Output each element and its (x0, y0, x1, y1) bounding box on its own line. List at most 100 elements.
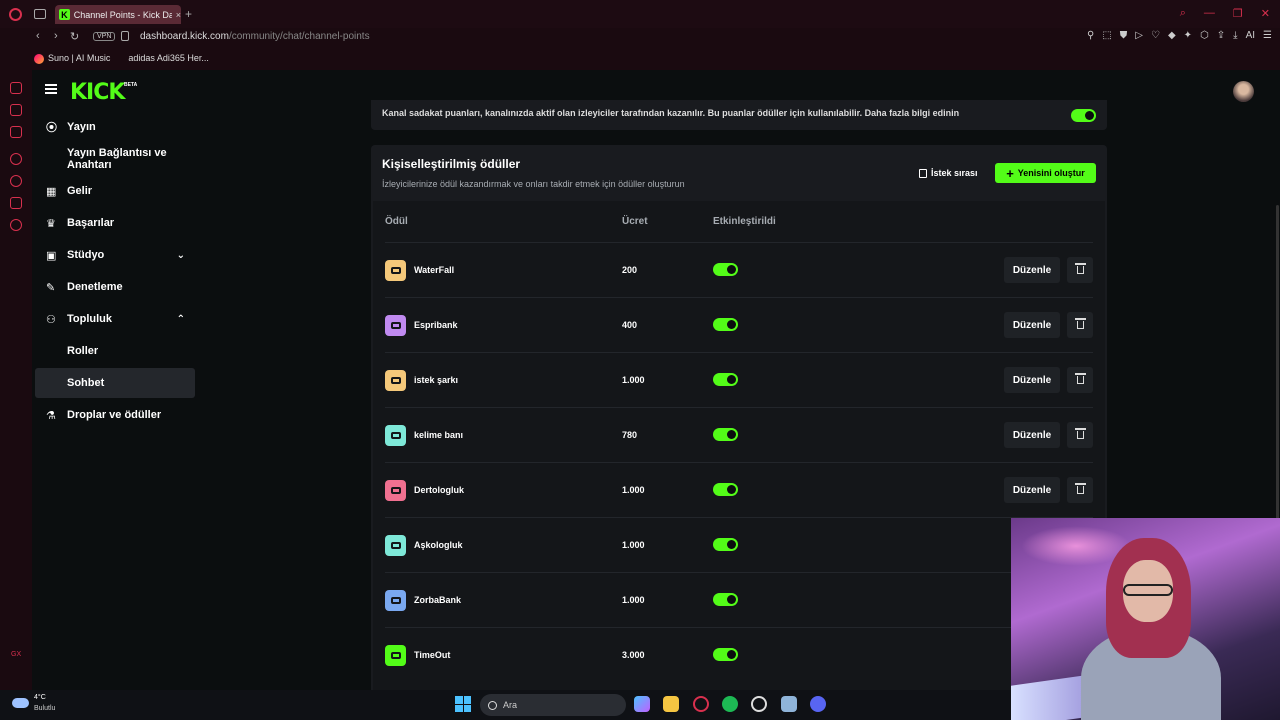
player-icon[interactable] (10, 153, 22, 165)
reward-name: ZorbaBank (414, 595, 462, 605)
ai-button[interactable]: AI (1246, 30, 1255, 41)
minimize-icon[interactable]: — (1204, 7, 1215, 20)
browser-chrome: K Channel Points - Kick Dash × + ⌕ — ❐ ✕… (0, 0, 1280, 70)
weather-temperature[interactable]: 4°C (34, 694, 46, 701)
sidebar-item-stream-key[interactable]: Yayın Bağlantısı ve Anahtarı (35, 144, 195, 174)
weather-description[interactable]: Bulutlu (34, 705, 55, 712)
sidebar-item-gelir[interactable]: ▦ Gelir (35, 176, 195, 206)
edit-button[interactable]: Düzenle (1004, 367, 1060, 393)
extension-diamond-icon[interactable]: ◆ (1168, 30, 1176, 41)
reward-enabled-toggle[interactable] (713, 483, 738, 496)
sidebar-item-topluluk[interactable]: ⚇ Topluluk ⌃ (35, 304, 195, 334)
hamburger-icon[interactable] (45, 84, 57, 94)
forward-icon[interactable]: › (54, 30, 58, 42)
heart-icon[interactable]: ♡ (1151, 30, 1160, 41)
gx-corner-icon[interactable] (10, 126, 22, 138)
share-icon[interactable]: ⇪ (1217, 30, 1225, 41)
edit-button[interactable]: Düzenle (1004, 422, 1060, 448)
bookmark-adidas[interactable]: adidas Adi365 Her... (128, 53, 209, 63)
channel-points-card: Kanal sadakat puanları, kanalınızda akti… (371, 100, 1107, 130)
reward-enabled-toggle[interactable] (713, 318, 738, 331)
sidebar-item-basarilar[interactable]: ♛ Başarılar (35, 208, 195, 238)
trash-icon (1074, 263, 1086, 274)
address-bar[interactable]: dashboard.kick.com/community/chat/channe… (140, 31, 370, 42)
sidebar-item-droplar[interactable]: ⚗ Droplar ve ödüller (35, 400, 195, 430)
pin-icon[interactable]: ⚲ (1087, 30, 1094, 41)
reward-enabled-toggle[interactable] (713, 373, 738, 386)
delete-button[interactable] (1067, 312, 1093, 338)
table-row: Aşkologluk 1.000 (385, 517, 1093, 572)
channel-points-toggle[interactable] (1071, 109, 1096, 122)
sidebar-item-roller[interactable]: Roller (35, 336, 195, 366)
tab-channel-points[interactable]: K Channel Points - Kick Dash × (55, 5, 181, 24)
drops-icon: ⚗ (46, 409, 56, 422)
kick-logo[interactable]: KICK (70, 80, 125, 105)
rewards-title: Kişiselleştirilmiş ödüller (382, 157, 521, 171)
browser-toolbar: ⚲ ⬚ ⛊ ▷ ♡ ◆ ✦ ⬡ ⇪ ⤓ AI ☰ (1087, 30, 1272, 41)
gx-control-icon[interactable] (10, 104, 22, 116)
sidebar-item-label: Sohbet (67, 377, 105, 389)
reload-icon[interactable]: ↻ (70, 30, 79, 43)
extension-icon[interactable]: ✦ (1184, 30, 1192, 41)
table-row: Espribank 400 Düzenle (385, 297, 1093, 352)
sidebar-item-studyo[interactable]: ▣ Stüdyo ⌄ (35, 240, 195, 270)
discord-icon[interactable] (810, 696, 826, 712)
tab-islands-icon[interactable] (34, 9, 46, 19)
opera-menu-icon[interactable] (9, 8, 22, 21)
puzzle-icon[interactable]: ⬡ (1200, 30, 1209, 41)
taskbar-search[interactable]: Ara (480, 694, 626, 716)
messenger-icon[interactable] (10, 82, 22, 94)
windows-start-icon[interactable] (455, 696, 471, 712)
request-queue-button[interactable]: İstek sırası (919, 163, 978, 183)
reward-enabled-toggle[interactable] (713, 648, 738, 661)
spotify-icon[interactable] (722, 696, 738, 712)
edit-button[interactable]: Düzenle (1004, 257, 1060, 283)
page-scrollbar[interactable] (1276, 205, 1279, 535)
file-explorer-icon[interactable] (663, 696, 679, 712)
column-header-reward: Ödül (385, 216, 408, 227)
chevron-up-icon: ⌃ (176, 313, 185, 325)
delete-button[interactable] (1067, 257, 1093, 283)
edit-label: Düzenle (1012, 264, 1052, 276)
tab-bar: K Channel Points - Kick Dash × + ⌕ — ❐ ✕ (0, 0, 1280, 28)
lock-icon[interactable] (121, 31, 129, 41)
reward-enabled-toggle[interactable] (713, 593, 738, 606)
play-icon[interactable]: ▷ (1135, 30, 1143, 41)
avatar[interactable] (1233, 81, 1254, 102)
tab-close-icon[interactable]: × (176, 10, 181, 20)
edit-button[interactable]: Düzenle (1004, 477, 1060, 503)
broadcast-icon: ⦿ (46, 122, 57, 134)
restore-icon[interactable]: ❐ (1233, 7, 1243, 20)
opera-gx-icon[interactable] (693, 696, 709, 712)
trash-icon (1074, 373, 1086, 384)
sidebar-item-yayin[interactable]: ⦿ Yayın (35, 112, 195, 142)
edit-button[interactable]: Düzenle (1004, 312, 1060, 338)
extensions-icon[interactable] (10, 197, 22, 209)
search-tabs-icon[interactable]: ⌕ (1180, 7, 1186, 20)
back-icon[interactable]: ‹ (36, 30, 40, 42)
settings-icon[interactable] (10, 219, 22, 231)
cloud-icon[interactable] (12, 698, 29, 708)
sidebar-item-sohbet[interactable]: Sohbet (35, 368, 195, 398)
delete-button[interactable] (1067, 422, 1093, 448)
vpn-badge[interactable]: VPN (93, 32, 116, 41)
reward-enabled-toggle[interactable] (713, 263, 738, 276)
delete-button[interactable] (1067, 477, 1093, 503)
webcam-overlay (1011, 518, 1280, 720)
bookmark-suno[interactable]: Suno | AI Music (34, 53, 110, 64)
copilot-icon[interactable] (634, 696, 650, 712)
create-reward-button[interactable]: + Yenisini oluştur (995, 163, 1096, 183)
new-tab-button[interactable]: + (185, 7, 192, 21)
snapshot-icon[interactable]: ⬚ (1102, 30, 1111, 41)
shield-icon[interactable]: ⛊ (1120, 30, 1128, 41)
menu-icon[interactable]: ☰ (1263, 30, 1272, 41)
delete-button[interactable] (1067, 367, 1093, 393)
download-icon[interactable]: ⤓ (1233, 30, 1237, 41)
sidebar-item-denetleme[interactable]: ✎ Denetleme (35, 272, 195, 302)
reward-enabled-toggle[interactable] (713, 538, 738, 551)
app-icon[interactable] (781, 696, 797, 712)
close-window-icon[interactable]: ✕ (1261, 7, 1270, 20)
app-icon[interactable] (751, 696, 767, 712)
history-icon[interactable] (10, 175, 22, 187)
reward-enabled-toggle[interactable] (713, 428, 738, 441)
